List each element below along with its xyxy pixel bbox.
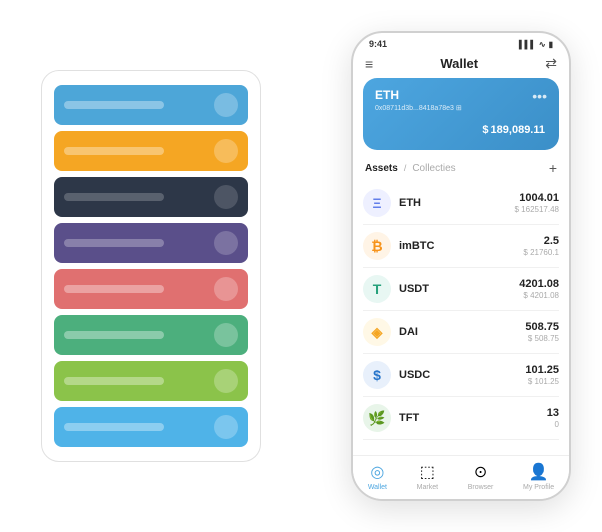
add-asset-button[interactable]: + xyxy=(549,160,557,176)
eth-balance: $189,089.11 xyxy=(375,116,547,139)
phone: 9:41 ▌▌▌ ∿ ▮ ≡ Wallet ⇄ ETH 0x08711d3b..… xyxy=(351,31,571,501)
asset-icon-1: ₿ xyxy=(363,232,391,260)
asset-amount-5: 13 xyxy=(547,407,559,419)
asset-row[interactable]: T USDT 4201.08 $ 4201.08 xyxy=(363,268,559,311)
card-green[interactable] xyxy=(54,315,248,355)
nav-profile[interactable]: 👤 My Profile xyxy=(523,462,554,491)
asset-name-4: USDC xyxy=(399,369,430,381)
asset-usd-3: $ 508.75 xyxy=(525,334,559,343)
card-orange[interactable] xyxy=(54,131,248,171)
profile-nav-label: My Profile xyxy=(523,484,554,491)
asset-icon-4: $ xyxy=(363,361,391,389)
asset-usd-4: $ 101.25 xyxy=(525,377,559,386)
nav-market[interactable]: ⬚ Market xyxy=(417,462,438,491)
tab-collecties[interactable]: Collecties xyxy=(412,163,455,174)
asset-left-3: ◈ DAI xyxy=(363,318,418,346)
scan-icon[interactable]: ⇄ xyxy=(545,55,557,72)
menu-icon[interactable]: ≡ xyxy=(365,56,373,72)
market-nav-icon: ⬚ xyxy=(420,462,435,482)
battery-icon: ▮ xyxy=(549,40,553,49)
asset-amount-4: 101.25 xyxy=(525,364,559,376)
asset-right-1: 2.5 $ 21760.1 xyxy=(523,235,559,257)
asset-row[interactable]: Ξ ETH 1004.01 $ 162517.48 xyxy=(363,182,559,225)
asset-left-2: T USDT xyxy=(363,275,429,303)
scene: 9:41 ▌▌▌ ∿ ▮ ≡ Wallet ⇄ ETH 0x08711d3b..… xyxy=(21,16,581,516)
wifi-icon: ∿ xyxy=(539,40,546,49)
phone-header: ≡ Wallet ⇄ xyxy=(353,51,569,78)
asset-name-0: ETH xyxy=(399,197,421,209)
card-red[interactable] xyxy=(54,269,248,309)
asset-left-1: ₿ imBTC xyxy=(363,232,434,260)
assets-header: Assets / Collecties + xyxy=(353,158,569,182)
asset-amount-2: 4201.08 xyxy=(519,278,559,290)
browser-nav-label: Browser xyxy=(468,484,494,491)
asset-right-2: 4201.08 $ 4201.08 xyxy=(519,278,559,300)
asset-name-3: DAI xyxy=(399,326,418,338)
asset-row[interactable]: ₿ imBTC 2.5 $ 21760.1 xyxy=(363,225,559,268)
eth-more-icon[interactable]: ••• xyxy=(532,88,547,104)
asset-usd-0: $ 162517.48 xyxy=(515,205,560,214)
status-icons: ▌▌▌ ∿ ▮ xyxy=(519,40,553,49)
tab-assets[interactable]: Assets xyxy=(365,163,398,174)
currency-symbol: $ xyxy=(482,124,488,136)
nav-browser[interactable]: ⊙ Browser xyxy=(468,462,494,491)
asset-amount-1: 2.5 xyxy=(523,235,559,247)
asset-right-4: 101.25 $ 101.25 xyxy=(525,364,559,386)
time-display: 9:41 xyxy=(369,39,387,49)
asset-name-1: imBTC xyxy=(399,240,434,252)
card-stack xyxy=(41,70,261,462)
asset-name-2: USDT xyxy=(399,283,429,295)
eth-label: ETH xyxy=(375,88,462,102)
page-title: Wallet xyxy=(440,56,478,71)
eth-card-top: ETH 0x08711d3b...8418a78e3 ⊞ ••• xyxy=(375,88,547,112)
browser-nav-icon: ⊙ xyxy=(474,462,487,482)
asset-right-3: 508.75 $ 508.75 xyxy=(525,321,559,343)
asset-row[interactable]: $ USDC 101.25 $ 101.25 xyxy=(363,354,559,397)
asset-icon-0: Ξ xyxy=(363,189,391,217)
wallet-nav-label: Wallet xyxy=(368,484,387,491)
card-blue[interactable] xyxy=(54,85,248,125)
asset-left-0: Ξ ETH xyxy=(363,189,421,217)
asset-list: Ξ ETH 1004.01 $ 162517.48 ₿ imBTC 2.5 $ … xyxy=(353,182,569,455)
asset-amount-0: 1004.01 xyxy=(515,192,560,204)
status-bar: 9:41 ▌▌▌ ∿ ▮ xyxy=(353,33,569,51)
asset-left-5: 🌿 TFT xyxy=(363,404,419,432)
assets-tabs: Assets / Collecties xyxy=(365,163,456,174)
signal-icon: ▌▌▌ xyxy=(519,40,536,49)
asset-icon-2: T xyxy=(363,275,391,303)
eth-card[interactable]: ETH 0x08711d3b...8418a78e3 ⊞ ••• $189,08… xyxy=(363,78,559,150)
asset-usd-5: 0 xyxy=(547,420,559,429)
wallet-nav-icon: ◎ xyxy=(370,462,384,482)
eth-address: 0x08711d3b...8418a78e3 ⊞ xyxy=(375,104,462,112)
asset-right-5: 13 0 xyxy=(547,407,559,429)
eth-card-info: ETH 0x08711d3b...8418a78e3 ⊞ xyxy=(375,88,462,112)
asset-name-5: TFT xyxy=(399,412,419,424)
card-lime[interactable] xyxy=(54,361,248,401)
asset-usd-2: $ 4201.08 xyxy=(519,291,559,300)
asset-icon-3: ◈ xyxy=(363,318,391,346)
asset-row[interactable]: 🌿 TFT 13 0 xyxy=(363,397,559,440)
card-dark[interactable] xyxy=(54,177,248,217)
profile-nav-icon: 👤 xyxy=(529,462,549,482)
balance-amount: 189,089.11 xyxy=(491,124,545,136)
market-nav-label: Market xyxy=(417,484,438,491)
bottom-nav: ◎ Wallet ⬚ Market ⊙ Browser 👤 My Profile xyxy=(353,455,569,499)
asset-usd-1: $ 21760.1 xyxy=(523,248,559,257)
asset-row[interactable]: ◈ DAI 508.75 $ 508.75 xyxy=(363,311,559,354)
asset-left-4: $ USDC xyxy=(363,361,430,389)
asset-amount-3: 508.75 xyxy=(525,321,559,333)
nav-wallet[interactable]: ◎ Wallet xyxy=(368,462,387,491)
asset-right-0: 1004.01 $ 162517.48 xyxy=(515,192,560,214)
card-sky[interactable] xyxy=(54,407,248,447)
card-purple[interactable] xyxy=(54,223,248,263)
tab-separator: / xyxy=(404,163,407,173)
asset-icon-5: 🌿 xyxy=(363,404,391,432)
